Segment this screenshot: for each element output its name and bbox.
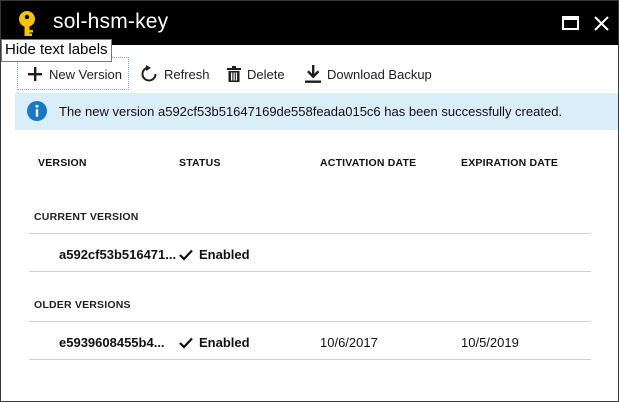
divider: [29, 271, 591, 272]
info-icon: [27, 101, 47, 121]
status-text: Enabled: [199, 335, 250, 350]
refresh-label: Refresh: [164, 66, 210, 82]
status-cell: Enabled: [179, 335, 250, 350]
checkmark-icon: [179, 337, 193, 349]
new-version-label: New Version: [49, 66, 122, 82]
activation-date: 10/6/2017: [320, 335, 378, 350]
trash-icon: [227, 66, 241, 82]
blade-title: sol-hsm-key: [53, 10, 169, 33]
new-version-button[interactable]: New Version: [27, 63, 122, 85]
column-header-version[interactable]: VERSION: [38, 157, 87, 169]
expiration-date: 10/5/2019: [461, 335, 519, 350]
column-header-status[interactable]: STATUS: [179, 157, 221, 169]
status-text: Enabled: [199, 247, 250, 262]
maximize-icon[interactable]: [560, 12, 582, 34]
tooltip: Hide text labels: [1, 39, 112, 62]
status-cell: Enabled: [179, 247, 250, 262]
delete-label: Delete: [247, 66, 285, 82]
success-notification: The new version a592cf53b51647169de558fe…: [15, 93, 618, 130]
older-versions-heading: OLDER VERSIONS: [34, 299, 131, 311]
version-id: e5939608455b4...: [59, 335, 165, 350]
key-icon: [19, 11, 35, 36]
download-backup-button[interactable]: Download Backup: [305, 63, 432, 85]
column-header-activation-date[interactable]: ACTIVATION DATE: [320, 157, 416, 169]
divider: [29, 359, 591, 360]
close-icon[interactable]: [591, 12, 613, 34]
download-backup-label: Download Backup: [327, 66, 432, 82]
download-icon: [305, 65, 321, 83]
delete-button[interactable]: Delete: [227, 63, 285, 85]
key-blade: sol-hsm-key Hide text labels New Version…: [0, 0, 619, 402]
refresh-button[interactable]: Refresh: [140, 63, 210, 85]
column-header-expiration-date[interactable]: EXPIRATION DATE: [461, 157, 558, 169]
notification-message: The new version a592cf53b51647169de558fe…: [59, 104, 563, 119]
command-bar: New Version Refresh Delete Download Back…: [1, 57, 618, 91]
checkmark-icon: [179, 249, 193, 261]
version-id: a592cf53b516471...: [59, 247, 177, 262]
current-version-heading: CURRENT VERSION: [34, 211, 139, 223]
plus-icon: [28, 67, 42, 81]
refresh-icon: [141, 65, 157, 82]
